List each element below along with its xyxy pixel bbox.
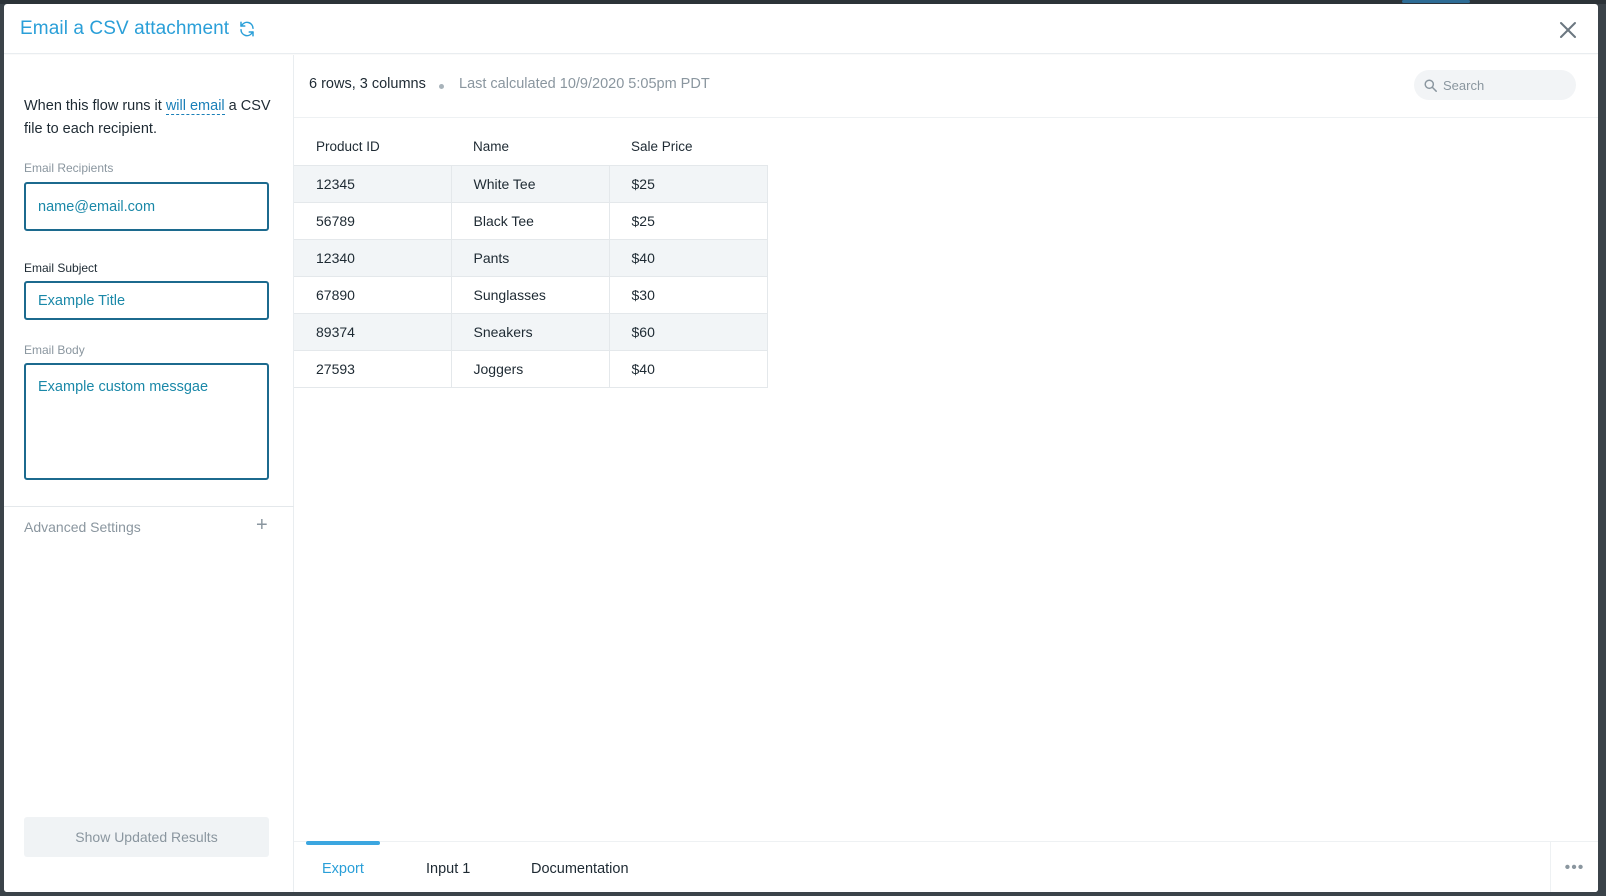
table-cell: Joggers (450, 349, 610, 388)
intro-prefix: When this flow runs it (24, 98, 166, 114)
table-cell: $25 (608, 164, 768, 203)
tab-documentation[interactable]: Documentation (531, 861, 629, 877)
table-cell: Sneakers (450, 312, 610, 351)
more-horizontal-icon[interactable]: ••• (1550, 842, 1598, 892)
table-cell: $60 (608, 312, 768, 351)
modal-title: Email a CSV attachment (20, 17, 230, 39)
divider (4, 506, 294, 507)
column-header[interactable]: Product ID (294, 128, 451, 165)
flow-description: When this flow runs it will email a CSV … (24, 95, 276, 141)
bottom-tabs: Export Input 1 Documentation ••• (294, 841, 1598, 892)
background-accent (1402, 0, 1470, 3)
config-panel: When this flow runs it will email a CSV … (4, 55, 294, 892)
table-cell: Black Tee (450, 201, 610, 240)
table-row: 12345 White Tee $25 (294, 164, 768, 203)
email-body-textarea[interactable]: Example custom messgae (24, 363, 269, 480)
table-cell: 56789 (294, 201, 452, 240)
table-row: 67890 Sunglasses $30 (294, 275, 768, 314)
will-email-link[interactable]: will email (165, 98, 225, 115)
refresh-icon[interactable] (238, 20, 256, 38)
table-cell: Sunglasses (450, 275, 610, 314)
search-icon (1424, 78, 1437, 92)
column-header[interactable]: Name (451, 128, 609, 165)
table-row: 89374 Sneakers $60 (294, 312, 768, 351)
table-cell: 12345 (294, 164, 452, 203)
results-table: Product ID Name Sale Price 12345 White T… (294, 128, 768, 388)
modal: Email a CSV attachment When this flow ru… (4, 4, 1598, 892)
table-cell: 67890 (294, 275, 452, 314)
results-panel: 6 rows, 3 columns Last calculated 10/9/2… (294, 55, 1598, 892)
show-updated-results-button[interactable]: Show Updated Results (24, 817, 269, 857)
search-box[interactable] (1414, 70, 1576, 100)
table-row: 56789 Black Tee $25 (294, 201, 768, 240)
table-cell: $40 (608, 238, 768, 277)
column-header[interactable]: Sale Price (609, 128, 767, 165)
results-stats-bar: 6 rows, 3 columns Last calculated 10/9/2… (294, 55, 1598, 118)
email-body-label: Email Body (24, 343, 85, 357)
table-cell: 12340 (294, 238, 452, 277)
plus-icon[interactable]: + (256, 515, 268, 535)
active-tab-indicator (306, 841, 380, 845)
email-subject-input[interactable] (24, 281, 269, 320)
row-column-count: 6 rows, 3 columns (309, 76, 426, 92)
table-cell: White Tee (450, 164, 610, 203)
table-cell: $25 (608, 201, 768, 240)
tab-export[interactable]: Export (322, 861, 364, 877)
email-subject-label: Email Subject (24, 261, 98, 275)
advanced-settings-label[interactable]: Advanced Settings (24, 519, 141, 535)
email-recipients-input[interactable] (24, 182, 269, 231)
last-calculated: Last calculated 10/9/2020 5:05pm PDT (459, 76, 710, 92)
table-cell: Pants (450, 238, 610, 277)
table-cell: 89374 (294, 312, 452, 351)
table-cell: $40 (608, 349, 768, 388)
close-icon[interactable] (1558, 20, 1578, 40)
modal-header: Email a CSV attachment (4, 4, 1598, 54)
email-recipients-label: Email Recipients (24, 161, 114, 175)
table-cell: 27593 (294, 349, 452, 388)
table-row: 27593 Joggers $40 (294, 349, 768, 388)
table-row: 12340 Pants $40 (294, 238, 768, 277)
search-input[interactable] (1443, 77, 1563, 93)
separator-dot (439, 84, 444, 89)
table-cell: $30 (608, 275, 768, 314)
tab-input-1[interactable]: Input 1 (426, 861, 470, 877)
table-header-row: Product ID Name Sale Price (294, 128, 767, 165)
